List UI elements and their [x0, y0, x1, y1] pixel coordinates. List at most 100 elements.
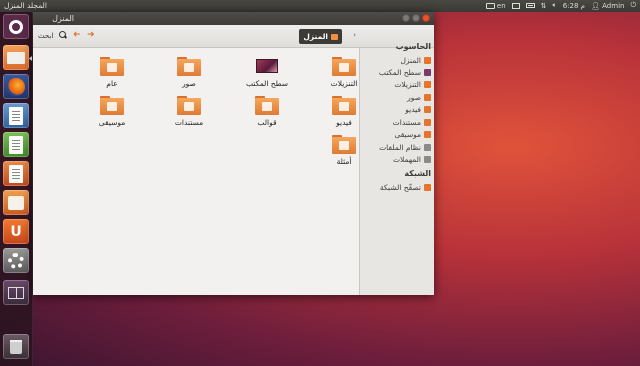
file-item-templates[interactable]: قوالب: [237, 95, 297, 127]
public-folder-icon: [100, 56, 124, 76]
sidebar-item-pictures[interactable]: صور: [407, 92, 431, 103]
location-button-home[interactable]: المنزل: [299, 29, 342, 44]
icon-view: التنزيلات سطح المكتب صور عام فيديو قوالب…: [33, 48, 359, 295]
calc-icon[interactable]: [3, 132, 29, 157]
file-item-public[interactable]: عام: [82, 56, 142, 88]
clock[interactable]: 6:28 م: [563, 2, 585, 10]
workspace-switcher-icon[interactable]: [3, 280, 29, 305]
firefox-icon[interactable]: [3, 74, 29, 99]
documents-folder-icon: [177, 95, 201, 115]
file-item-examples[interactable]: أمثلة: [314, 134, 374, 166]
sidebar-item-label: تصفّح الشبكة: [379, 183, 421, 192]
sidebar-item-label: سطح المكتب: [378, 68, 421, 77]
home-folder-icon: [424, 57, 431, 64]
battery-icon[interactable]: [525, 3, 535, 8]
keyboard-indicator[interactable]: en: [485, 1, 506, 10]
keyboard-layout-label: en: [496, 1, 506, 10]
trash-icon[interactable]: [3, 334, 29, 359]
sidebar-item-music[interactable]: موسيقى: [395, 129, 431, 140]
sidebar-item-videos[interactable]: فيديو: [405, 104, 431, 115]
dash-home-icon[interactable]: [3, 14, 29, 39]
sidebar-item-downloads[interactable]: التنزيلات: [394, 79, 431, 90]
sidebar-item-label: نظام الملفات: [379, 143, 421, 152]
keyboard-icon: [485, 2, 495, 9]
downloads-folder-icon: [332, 56, 356, 76]
files-icon[interactable]: [3, 45, 29, 70]
sidebar-item-desktop[interactable]: سطح المكتب: [379, 67, 431, 78]
top-panel: المجلد المنزل en ⇅ 🔈︎ 6:28 م 👤︎ Admin ⏻: [0, 0, 640, 12]
file-item-music[interactable]: موسيقى: [82, 95, 142, 127]
desktop-icon: [424, 69, 431, 76]
user-name: Admin: [602, 1, 625, 10]
settings-icon[interactable]: [3, 248, 29, 273]
downloads-folder-icon: [424, 81, 431, 88]
forward-arrow-icon[interactable]: ➜: [73, 30, 81, 40]
close-button[interactable]: [422, 14, 430, 22]
impress-icon[interactable]: [3, 161, 29, 186]
search-button-label[interactable]: ابحث: [38, 32, 53, 40]
desktop-icon: [256, 59, 278, 73]
sidebar-item-label: التنزيلات: [394, 80, 421, 89]
volume-icon[interactable]: 🔈︎: [553, 1, 557, 10]
sidebar-item-trash[interactable]: المهملات: [393, 154, 431, 165]
pictures-folder-icon: [177, 56, 201, 76]
file-label: مستندات: [174, 118, 204, 127]
file-label: موسيقى: [98, 118, 126, 127]
indicator-area: en ⇅ 🔈︎ 6:28 م 👤︎ Admin ⏻: [485, 1, 636, 10]
chevron-left-icon[interactable]: ‹: [350, 31, 356, 39]
file-item-videos[interactable]: فيديو: [314, 95, 374, 127]
sidebar-item-label: المنزل: [400, 56, 421, 65]
documents-folder-icon: [424, 119, 431, 126]
network-icon: [424, 184, 431, 191]
back-arrow-icon[interactable]: ➜: [87, 30, 95, 40]
videos-folder-icon: [332, 95, 356, 115]
search-icon[interactable]: [59, 31, 67, 39]
window-title: المنزل: [52, 14, 74, 23]
sidebar-header-computer: الحاسوب: [395, 42, 431, 51]
active-window-title: المجلد المنزل: [4, 1, 47, 10]
window-controls: [402, 14, 430, 22]
messaging-icon[interactable]: [511, 2, 520, 9]
power-icon[interactable]: ⏻: [630, 1, 636, 10]
window-titlebar[interactable]: المنزل: [33, 12, 434, 25]
network-icon[interactable]: ⇅: [541, 2, 547, 10]
videos-folder-icon: [424, 106, 431, 113]
file-label: صور: [182, 79, 196, 88]
music-folder-icon: [424, 131, 431, 138]
sidebar-item-filesystem[interactable]: نظام الملفات: [379, 142, 431, 153]
software-center-icon[interactable]: [3, 190, 29, 215]
music-folder-icon: [100, 95, 124, 115]
sidebar-item-label: المهملات: [392, 155, 421, 164]
file-label: فيديو: [336, 118, 352, 127]
drive-icon: [424, 144, 431, 151]
sidebar-item-documents[interactable]: مستندات: [393, 117, 431, 128]
pictures-folder-icon: [424, 94, 431, 101]
writer-icon[interactable]: [3, 103, 29, 128]
active-app-indicator: [29, 56, 32, 61]
ubuntu-one-icon[interactable]: U: [3, 219, 29, 244]
examples-folder-icon: [332, 134, 356, 154]
home-folder-icon: [331, 33, 338, 40]
templates-folder-icon: [255, 95, 279, 115]
trash-icon: [424, 156, 431, 163]
sidebar-item-label: مستندات: [392, 118, 421, 127]
sidebar-header-network: الشبكة: [404, 169, 431, 178]
file-item-documents[interactable]: مستندات: [159, 95, 219, 127]
location-label: المنزل: [303, 32, 328, 41]
sidebar-item-browse-network[interactable]: تصفّح الشبكة: [380, 182, 431, 193]
minimize-button[interactable]: [412, 14, 420, 22]
launcher: U: [0, 12, 33, 366]
file-item-downloads[interactable]: التنزيلات: [314, 56, 374, 88]
file-manager-window: المنزل ‹ المنزل ➜ ➜ ابحث الحاسوب المنزل …: [33, 12, 434, 295]
maximize-button[interactable]: [402, 14, 410, 22]
file-item-desktop[interactable]: سطح المكتب: [237, 56, 297, 88]
sidebar-item-label: فيديو: [405, 105, 421, 114]
sidebar-item-label: صور: [407, 93, 421, 102]
sidebar-item-home[interactable]: المنزل: [400, 55, 431, 66]
sidebar-item-label: موسيقى: [394, 130, 421, 139]
file-label: التنزيلات: [330, 79, 358, 88]
user-menu[interactable]: 👤︎ Admin: [591, 2, 624, 10]
file-item-pictures[interactable]: صور: [159, 56, 219, 88]
file-label: أمثلة: [336, 157, 352, 166]
toolbar: ‹ المنزل ➜ ➜ ابحث: [33, 25, 434, 48]
